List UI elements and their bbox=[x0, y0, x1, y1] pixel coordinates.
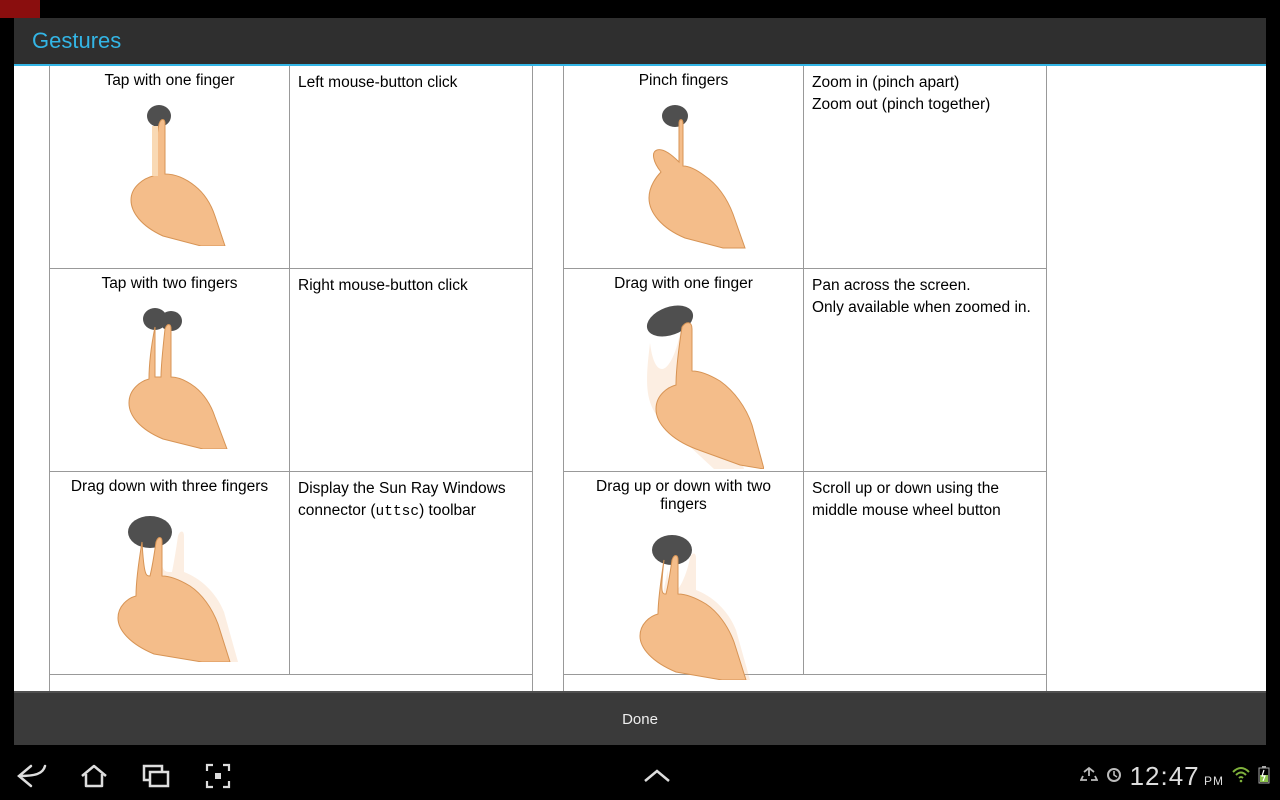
pinch-icon bbox=[619, 96, 749, 251]
gesture-label: Tap with one finger bbox=[58, 72, 281, 90]
gesture-cell: Drag down with three fingers bbox=[50, 472, 290, 674]
action-cell: Pan across the screen. Only available wh… bbox=[804, 269, 1046, 471]
navbar-expand[interactable] bbox=[234, 769, 1080, 783]
table-row: Drag up or down with two fingers Scroll … bbox=[564, 472, 1046, 675]
gesture-label: Drag down with three fingers bbox=[58, 478, 281, 496]
action-text: Scroll up or down using the middle mouse… bbox=[812, 480, 1001, 519]
gesture-cell: Tap with one finger bbox=[50, 66, 290, 268]
table-row: Drag down with three fingers Display the… bbox=[50, 472, 532, 675]
gesture-label: Pinch fingers bbox=[572, 72, 795, 90]
action-text: Left mouse-button click bbox=[298, 74, 457, 91]
two-finger-tap-icon bbox=[105, 299, 235, 449]
two-finger-drag-icon bbox=[614, 520, 754, 680]
gesture-cell: Pinch fingers bbox=[564, 66, 804, 268]
action-cell: Zoom in (pinch apart) Zoom out (pinch to… bbox=[804, 66, 1046, 268]
table-row: Tap with two fingers Right mouse-button … bbox=[50, 269, 532, 472]
gestures-dialog: Gestures Tap with one finger Left mouse-… bbox=[14, 18, 1266, 745]
gesture-cell: Tap with two fingers bbox=[50, 269, 290, 471]
gesture-label: Tap with two fingers bbox=[58, 275, 281, 293]
action-text-suffix: ) toolbar bbox=[419, 502, 476, 519]
system-navbar: 12:47 PM bbox=[0, 752, 1280, 800]
background-app-stub bbox=[0, 0, 40, 18]
action-text: Zoom in (pinch apart) Zoom out (pinch to… bbox=[812, 74, 990, 113]
action-text: Right mouse-button click bbox=[298, 277, 468, 294]
home-icon[interactable] bbox=[78, 760, 110, 792]
clock-time: 12:47 bbox=[1130, 761, 1200, 791]
action-cell: Scroll up or down using the middle mouse… bbox=[804, 472, 1046, 674]
recycle-icon bbox=[1080, 766, 1098, 787]
dialog-title: Gestures bbox=[14, 18, 1266, 64]
gesture-label: Drag with one finger bbox=[572, 275, 795, 293]
table-row: Drag with one finger Pan across the scre… bbox=[564, 269, 1046, 472]
done-button[interactable]: Done bbox=[14, 691, 1266, 745]
left-margin bbox=[14, 66, 50, 691]
clock-ampm: PM bbox=[1204, 774, 1224, 788]
battery-icon bbox=[1258, 766, 1270, 787]
gesture-cell: Drag with one finger bbox=[564, 269, 804, 471]
action-cell: Display the Sun Ray Windows connector (u… bbox=[290, 472, 532, 674]
gesture-label: Drag up or down with two fingers bbox=[572, 478, 795, 514]
done-label: Done bbox=[622, 711, 658, 728]
action-text: Pan across the screen. Only available wh… bbox=[812, 277, 1031, 316]
gesture-cell: Drag up or down with two fingers bbox=[564, 472, 804, 674]
right-margin bbox=[1047, 66, 1237, 691]
table-row: Tap with one finger Left mouse-button cl… bbox=[50, 66, 532, 269]
action-code: uttsc bbox=[376, 504, 420, 520]
three-finger-drag-down-icon bbox=[100, 502, 240, 662]
dialog-content: Tap with one finger Left mouse-button cl… bbox=[14, 66, 1266, 691]
center-gap bbox=[532, 66, 564, 691]
wifi-icon bbox=[1232, 767, 1250, 786]
clock[interactable]: 12:47 PM bbox=[1130, 761, 1224, 792]
back-icon[interactable] bbox=[16, 760, 48, 792]
left-gesture-table: Tap with one finger Left mouse-button cl… bbox=[50, 66, 532, 691]
sync-icon bbox=[1106, 767, 1122, 786]
recent-apps-icon[interactable] bbox=[140, 760, 172, 792]
right-gesture-table: Pinch fingers Zoom in (pinch apart) Zoom… bbox=[564, 66, 1046, 691]
action-cell: Left mouse-button click bbox=[290, 66, 532, 268]
one-finger-tap-icon bbox=[105, 96, 235, 246]
table-row: Pinch fingers Zoom in (pinch apart) Zoom… bbox=[564, 66, 1046, 269]
screenshot-icon[interactable] bbox=[202, 760, 234, 792]
action-cell: Right mouse-button click bbox=[290, 269, 532, 471]
one-finger-drag-icon bbox=[604, 299, 764, 469]
